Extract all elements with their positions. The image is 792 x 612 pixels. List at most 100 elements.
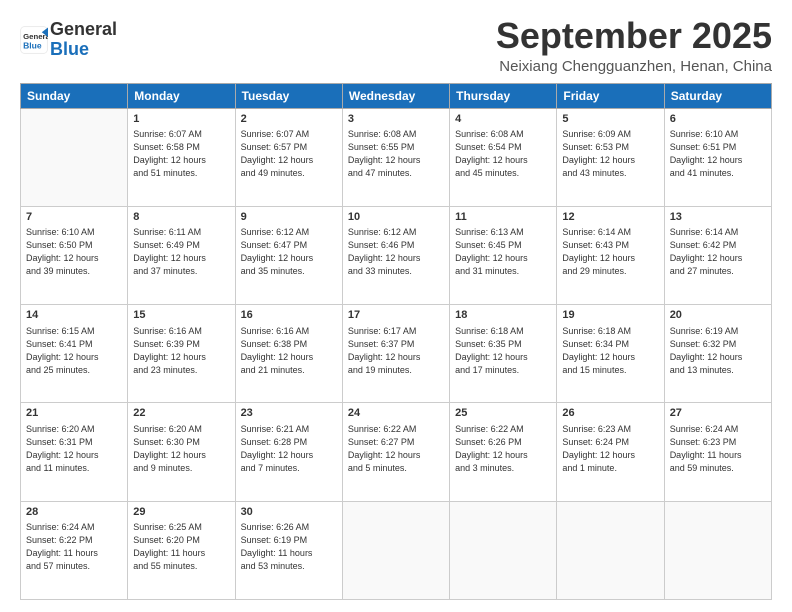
col-header-sunday: Sunday — [21, 83, 128, 108]
day-content: Sunrise: 6:11 AM Sunset: 6:49 PM Dayligh… — [133, 226, 229, 278]
col-header-saturday: Saturday — [664, 83, 771, 108]
calendar-cell: 27 Sunrise: 6:24 AM Sunset: 6:23 PM Dayli… — [664, 403, 771, 501]
calendar-cell: 10Sunrise: 6:12 AM Sunset: 6:46 PM Dayli… — [342, 206, 449, 304]
day-content: Sunrise: 6:12 AM Sunset: 6:47 PM Dayligh… — [241, 226, 337, 278]
day-content: Sunrise: 6:07 AM Sunset: 6:57 PM Dayligh… — [241, 128, 337, 180]
day-content: Sunrise: 6:19 AM Sunset: 6:32 PM Dayligh… — [670, 325, 766, 377]
col-header-wednesday: Wednesday — [342, 83, 449, 108]
day-number: 24 — [348, 406, 444, 421]
day-number: 30 — [241, 505, 337, 520]
svg-text:Blue: Blue — [23, 40, 42, 50]
day-number: 8 — [133, 210, 229, 225]
calendar-cell: 14Sunrise: 6:15 AM Sunset: 6:41 PM Dayli… — [21, 305, 128, 403]
location-title: Neixiang Chengguanzhen, Henan, China — [496, 58, 772, 75]
day-number: 1 — [133, 112, 229, 127]
day-number: 2 — [241, 112, 337, 127]
calendar-cell: 23Sunrise: 6:21 AM Sunset: 6:28 PM Dayli… — [235, 403, 342, 501]
day-number: 26 — [562, 406, 658, 421]
logo: General Blue General Blue — [20, 20, 117, 60]
day-number: 25 — [455, 406, 551, 421]
calendar-cell: 22Sunrise: 6:20 AM Sunset: 6:30 PM Dayli… — [128, 403, 235, 501]
calendar-cell: 8Sunrise: 6:11 AM Sunset: 6:49 PM Daylig… — [128, 206, 235, 304]
calendar-cell: 12Sunrise: 6:14 AM Sunset: 6:43 PM Dayli… — [557, 206, 664, 304]
day-content: Sunrise: 6:09 AM Sunset: 6:53 PM Dayligh… — [562, 128, 658, 180]
logo-line2: Blue — [50, 39, 89, 59]
day-content: Sunrise: 6:13 AM Sunset: 6:45 PM Dayligh… — [455, 226, 551, 278]
calendar-cell: 24 Sunrise: 6:22 AM Sunset: 6:27 PM Dayli… — [342, 403, 449, 501]
day-number: 13 — [670, 210, 766, 225]
col-header-monday: Monday — [128, 83, 235, 108]
day-content: Sunrise: 6:15 AM Sunset: 6:41 PM Dayligh… — [26, 325, 122, 377]
calendar-cell: 3Sunrise: 6:08 AM Sunset: 6:55 PM Daylig… — [342, 108, 449, 206]
day-content: Sunrise: 6:17 AM Sunset: 6:37 PM Dayligh… — [348, 325, 444, 377]
day-number: 3 — [348, 112, 444, 127]
calendar-cell: 25 Sunrise: 6:22 AM Sunset: 6:26 PM Dayli… — [450, 403, 557, 501]
day-number: 29 — [133, 505, 229, 520]
day-content: Sunrise: 6:24 AM Sunset: 6:22 PM Dayligh… — [26, 521, 122, 573]
day-number: 28 — [26, 505, 122, 520]
day-content: Sunrise: 6:08 AM Sunset: 6:55 PM Dayligh… — [348, 128, 444, 180]
calendar-cell: 29Sunrise: 6:25 AM Sunset: 6:20 PM Dayli… — [128, 501, 235, 599]
day-content: Sunrise: 6:16 AM Sunset: 6:39 PM Dayligh… — [133, 325, 229, 377]
calendar-cell: 19Sunrise: 6:18 AM Sunset: 6:34 PM Dayli… — [557, 305, 664, 403]
calendar-cell — [450, 501, 557, 599]
day-number: 11 — [455, 210, 551, 225]
col-header-friday: Friday — [557, 83, 664, 108]
calendar-cell: 20 Sunrise: 6:19 AM Sunset: 6:32 PM Dayli… — [664, 305, 771, 403]
logo-icon: General Blue — [20, 26, 48, 54]
day-content: Sunrise: 6:07 AM Sunset: 6:58 PM Dayligh… — [133, 128, 229, 180]
day-content: Sunrise: 6:21 AM Sunset: 6:28 PM Dayligh… — [241, 423, 337, 475]
day-content: Sunrise: 6:08 AM Sunset: 6:54 PM Dayligh… — [455, 128, 551, 180]
calendar-cell — [342, 501, 449, 599]
calendar-cell: 21 Sunrise: 6:20 AM Sunset: 6:31 PM Dayli… — [21, 403, 128, 501]
title-block: September 2025 Neixiang Chengguanzhen, H… — [496, 16, 772, 75]
day-number: 12 — [562, 210, 658, 225]
calendar-cell — [664, 501, 771, 599]
day-content: Sunrise: 6:22 AM Sunset: 6:26 PM Dayligh… — [455, 423, 551, 475]
calendar-cell: 16Sunrise: 6:16 AM Sunset: 6:38 PM Dayli… — [235, 305, 342, 403]
day-number: 5 — [562, 112, 658, 127]
calendar-table: SundayMondayTuesdayWednesdayThursdayFrid… — [20, 83, 772, 600]
day-number: 17 — [348, 308, 444, 323]
week-row-2: 7Sunrise: 6:10 AM Sunset: 6:50 PM Daylig… — [21, 206, 772, 304]
week-row-3: 14Sunrise: 6:15 AM Sunset: 6:41 PM Dayli… — [21, 305, 772, 403]
calendar-cell: 9Sunrise: 6:12 AM Sunset: 6:47 PM Daylig… — [235, 206, 342, 304]
day-content: Sunrise: 6:10 AM Sunset: 6:50 PM Dayligh… — [26, 226, 122, 278]
day-number: 20 — [670, 308, 766, 323]
calendar-cell: 17 Sunrise: 6:17 AM Sunset: 6:37 PM Dayli… — [342, 305, 449, 403]
calendar-cell — [21, 108, 128, 206]
calendar-header-row: SundayMondayTuesdayWednesdayThursdayFrid… — [21, 83, 772, 108]
day-number: 16 — [241, 308, 337, 323]
calendar-cell: 2Sunrise: 6:07 AM Sunset: 6:57 PM Daylig… — [235, 108, 342, 206]
day-content: Sunrise: 6:12 AM Sunset: 6:46 PM Dayligh… — [348, 226, 444, 278]
week-row-1: 1Sunrise: 6:07 AM Sunset: 6:58 PM Daylig… — [21, 108, 772, 206]
day-number: 27 — [670, 406, 766, 421]
calendar-cell — [557, 501, 664, 599]
calendar-cell: 4Sunrise: 6:08 AM Sunset: 6:54 PM Daylig… — [450, 108, 557, 206]
day-content: Sunrise: 6:20 AM Sunset: 6:30 PM Dayligh… — [133, 423, 229, 475]
day-content: Sunrise: 6:26 AM Sunset: 6:19 PM Dayligh… — [241, 521, 337, 573]
day-content: Sunrise: 6:14 AM Sunset: 6:43 PM Dayligh… — [562, 226, 658, 278]
calendar-cell: 1Sunrise: 6:07 AM Sunset: 6:58 PM Daylig… — [128, 108, 235, 206]
col-header-thursday: Thursday — [450, 83, 557, 108]
day-content: Sunrise: 6:22 AM Sunset: 6:27 PM Dayligh… — [348, 423, 444, 475]
calendar-cell: 18 Sunrise: 6:18 AM Sunset: 6:35 PM Dayli… — [450, 305, 557, 403]
calendar-cell: 5Sunrise: 6:09 AM Sunset: 6:53 PM Daylig… — [557, 108, 664, 206]
month-title: September 2025 — [496, 16, 772, 56]
header: General Blue General Blue September 2025… — [20, 16, 772, 75]
day-number: 4 — [455, 112, 551, 127]
page: General Blue General Blue September 2025… — [0, 0, 792, 612]
day-content: Sunrise: 6:18 AM Sunset: 6:34 PM Dayligh… — [562, 325, 658, 377]
day-content: Sunrise: 6:20 AM Sunset: 6:31 PM Dayligh… — [26, 423, 122, 475]
day-content: Sunrise: 6:18 AM Sunset: 6:35 PM Dayligh… — [455, 325, 551, 377]
day-number: 21 — [26, 406, 122, 421]
day-number: 7 — [26, 210, 122, 225]
col-header-tuesday: Tuesday — [235, 83, 342, 108]
calendar-cell: 15Sunrise: 6:16 AM Sunset: 6:39 PM Dayli… — [128, 305, 235, 403]
calendar-cell: 7Sunrise: 6:10 AM Sunset: 6:50 PM Daylig… — [21, 206, 128, 304]
week-row-4: 21 Sunrise: 6:20 AM Sunset: 6:31 PM Dayli… — [21, 403, 772, 501]
day-content: Sunrise: 6:10 AM Sunset: 6:51 PM Dayligh… — [670, 128, 766, 180]
day-content: Sunrise: 6:24 AM Sunset: 6:23 PM Dayligh… — [670, 423, 766, 475]
day-content: Sunrise: 6:14 AM Sunset: 6:42 PM Dayligh… — [670, 226, 766, 278]
day-number: 18 — [455, 308, 551, 323]
